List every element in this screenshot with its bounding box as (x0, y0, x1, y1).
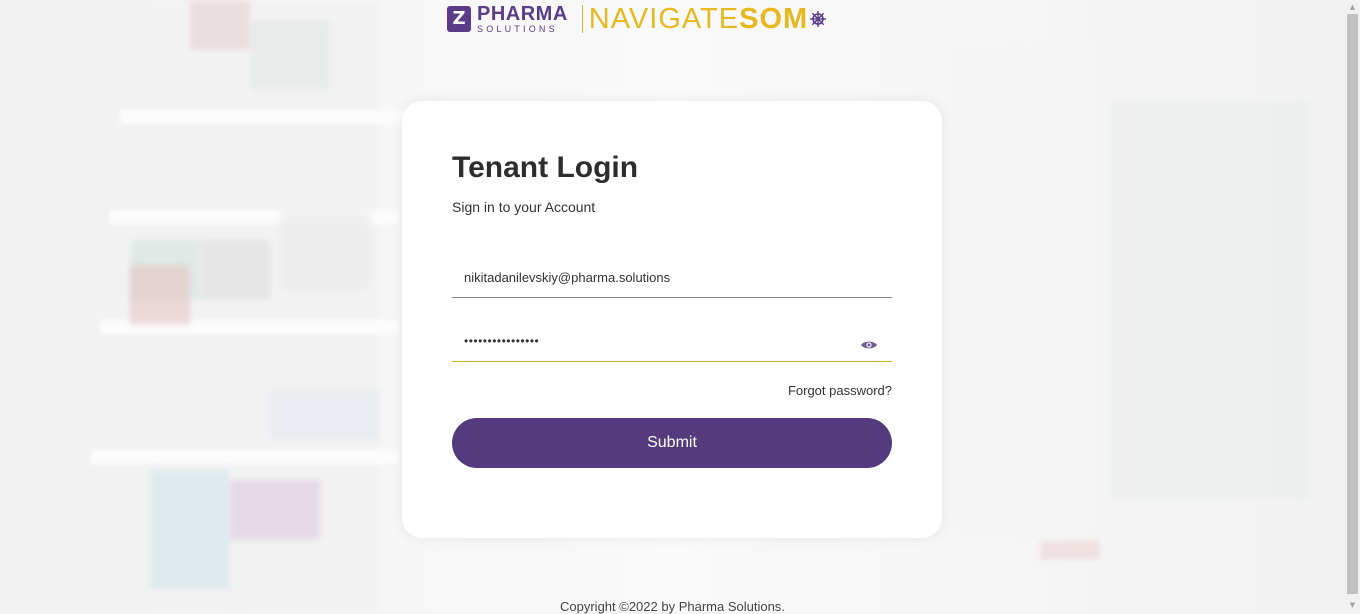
scroll-up-arrow-icon[interactable]: ▲ (1345, 0, 1360, 14)
navigatesom-wordmark: NAVIGATESOM (589, 3, 808, 36)
ship-wheel-icon (810, 11, 827, 27)
forgot-password-link[interactable]: Forgot password? (788, 383, 892, 398)
pharma-solutions-wordmark: PHARMA SOLUTIONS (477, 4, 568, 34)
page-scrollbar[interactable]: ▲ ▼ (1345, 0, 1360, 612)
page-title: Tenant Login (452, 151, 639, 184)
brand-subname: SOLUTIONS (477, 24, 558, 34)
scroll-down-arrow-icon[interactable]: ▼ (1345, 598, 1360, 612)
logo-divider (581, 5, 583, 33)
password-field[interactable] (452, 322, 892, 360)
product-name-bold: SOM (739, 2, 809, 35)
product-name-light: NAVIGATE (588, 2, 740, 35)
submit-button[interactable]: Submit (452, 418, 892, 468)
page-subtitle: Sign in to your Account (452, 199, 596, 215)
password-field-underline (452, 361, 892, 362)
password-field-container (452, 322, 892, 362)
pharma-logo-icon: Z (447, 6, 471, 32)
email-field[interactable] (452, 258, 892, 296)
email-field-container (452, 258, 892, 298)
email-field-underline (452, 297, 892, 298)
brand-name: PHARMA (477, 3, 568, 25)
login-card: Tenant Login Sign in to your Account For… (402, 101, 942, 538)
eye-icon[interactable] (860, 340, 878, 350)
pharma-solutions-logo: Z PHARMA SOLUTIONS NAVIGATESOM (447, 3, 827, 35)
scrollbar-thumb[interactable] (1347, 14, 1358, 594)
